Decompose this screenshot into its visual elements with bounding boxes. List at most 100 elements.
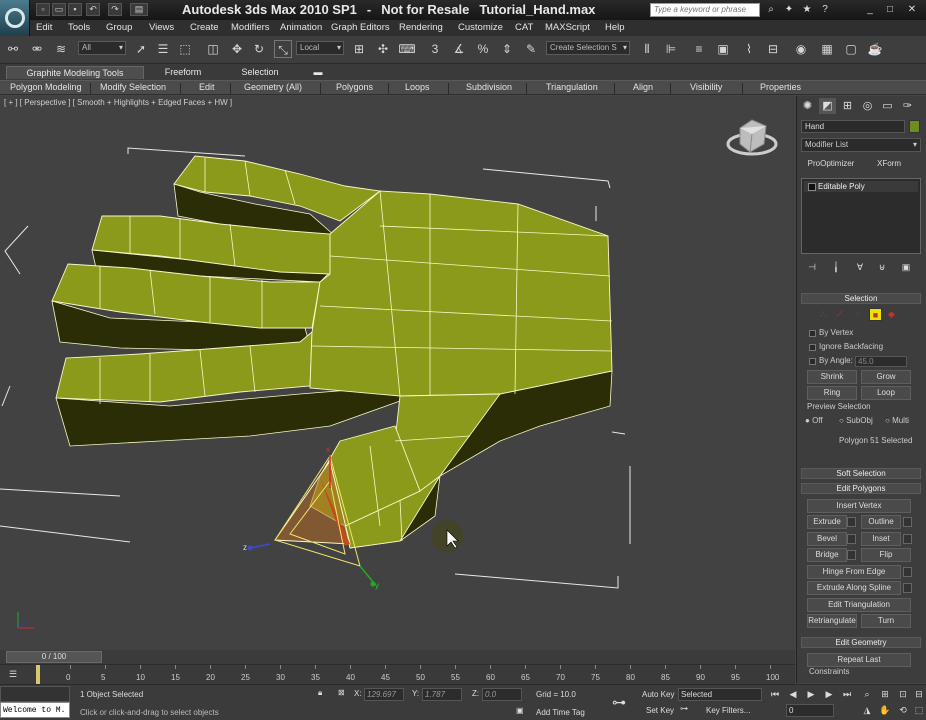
panel-triangulation[interactable]: Triangulation (546, 82, 598, 92)
inset-settings-icon[interactable] (903, 534, 912, 544)
key-icon[interactable]: ⊶ (612, 694, 626, 711)
render-production-icon[interactable]: ☕ (866, 40, 884, 58)
orbit-icon[interactable]: ⟲ (896, 704, 910, 717)
panel-loops[interactable]: Loops (405, 82, 430, 92)
bevel-settings-icon[interactable] (847, 534, 856, 544)
preview-off-radio[interactable]: ● Off (805, 416, 823, 425)
repeat-last-button[interactable]: Repeat Last (807, 653, 911, 667)
ignore-backfacing-checkbox[interactable] (809, 344, 816, 351)
track-bar[interactable]: 0 5 10 15 20 25 30 35 40 45 50 55 60 65 70 75 80 85 90 95 10… (0, 664, 795, 685)
x-coordinate-field[interactable]: 129.697 (364, 688, 404, 701)
motion-tab-icon[interactable]: ◎ (859, 98, 876, 114)
panel-properties[interactable]: Properties (760, 82, 801, 92)
create-tab-icon[interactable]: ✺ (799, 98, 816, 114)
binoculars-icon[interactable]: ⌕ (764, 3, 778, 17)
select-move-icon[interactable]: ✥ (228, 40, 246, 58)
bind-spacewarp-icon[interactable]: ≋ (52, 40, 70, 58)
key-mode-dropdown[interactable]: Selected (678, 688, 762, 701)
zoom-extents-icon[interactable]: ⊡ (896, 688, 910, 701)
select-manipulate-icon[interactable]: ✣ (374, 40, 392, 58)
maxscript-mini-listener[interactable]: Welcome to M. (0, 702, 70, 718)
maximize-button[interactable]: □ (882, 2, 898, 17)
grow-button[interactable]: Grow (861, 370, 911, 384)
make-unique-icon[interactable]: ∀ (853, 262, 867, 274)
window-crossing-icon[interactable]: ◫ (204, 40, 222, 58)
render-setup-icon[interactable]: ▦ (818, 40, 836, 58)
bridge-button[interactable]: Bridge (807, 548, 847, 562)
panel-subdivision[interactable]: Subdivision (466, 82, 512, 92)
previous-frame-icon[interactable]: ◀ (786, 688, 800, 701)
selection-rollout-header[interactable]: Selection (801, 293, 921, 304)
material-editor-icon[interactable]: ◉ (792, 40, 810, 58)
y-coordinate-field[interactable]: 1.787 (422, 688, 462, 701)
menu-tools[interactable]: Tools (68, 22, 90, 33)
spinner-snap-icon[interactable]: ⇕ (498, 40, 516, 58)
zoom-all-icon[interactable]: ⊞ (878, 688, 892, 701)
angle-snap-icon[interactable]: ∡ (450, 40, 468, 58)
menu-edit[interactable]: Edit (36, 22, 52, 33)
select-object-icon[interactable]: ➚ (132, 40, 150, 58)
time-slider[interactable]: 0 / 100 (0, 650, 795, 664)
utilities-tab-icon[interactable]: ✑ (899, 98, 916, 114)
graphite-toggle-icon[interactable]: ▣ (714, 40, 732, 58)
schematic-view-icon[interactable]: ⊟ (764, 40, 782, 58)
inset-button[interactable]: Inset (861, 532, 901, 546)
extrude-spline-settings-icon[interactable] (903, 583, 912, 593)
outline-settings-icon[interactable] (903, 517, 912, 527)
extrude-along-spline-button[interactable]: Extrude Along Spline (807, 581, 901, 595)
save-file-icon[interactable]: ▪ (68, 3, 82, 16)
edit-geometry-rollout-header[interactable]: Edit Geometry (801, 637, 921, 648)
bevel-button[interactable]: Bevel (807, 532, 847, 546)
time-tag-icon[interactable]: ▣ (516, 706, 524, 715)
object-color-swatch[interactable] (909, 120, 920, 133)
menu-group[interactable]: Group (106, 22, 132, 33)
percent-snap-icon[interactable]: % (474, 40, 492, 58)
snaps-toggle-icon[interactable]: 3 (426, 40, 444, 58)
key-filters-button[interactable]: Key Filters... (706, 706, 750, 715)
reference-coord-dropdown[interactable]: Local (296, 41, 344, 55)
add-time-tag-button[interactable]: Add Time Tag (536, 708, 585, 717)
menu-graph-editors[interactable]: Graph Editors (331, 22, 390, 33)
play-icon[interactable]: ▶ (804, 688, 818, 701)
remove-modifier-icon[interactable]: ⊎ (875, 262, 889, 274)
panel-visibility[interactable]: Visibility (690, 82, 722, 92)
close-button[interactable]: ✕ (904, 2, 920, 17)
hinge-from-edge-button[interactable]: Hinge From Edge (807, 565, 901, 579)
edge-mode-icon[interactable]: ⟋ (833, 308, 846, 321)
configure-sets-icon[interactable]: ▣ (899, 262, 913, 274)
menu-animation[interactable]: Animation (280, 22, 322, 33)
panel-modify-selection[interactable]: Modify Selection (100, 82, 166, 92)
shrink-button[interactable]: Shrink (807, 370, 857, 384)
soft-selection-rollout-header[interactable]: Soft Selection (801, 468, 921, 479)
menu-modifiers[interactable]: Modifiers (231, 22, 270, 33)
help-icon[interactable]: ? (818, 3, 832, 17)
next-frame-icon[interactable]: ▶ (822, 688, 836, 701)
viewport-label[interactable]: [ + ] [ Perspective ] [ Smooth + Highlig… (4, 98, 232, 107)
modifier-list-dropdown[interactable]: Modifier List (801, 138, 921, 152)
rendered-frame-icon[interactable]: ▢ (842, 40, 860, 58)
panel-edit[interactable]: Edit (199, 82, 215, 92)
menu-help[interactable]: Help (605, 22, 625, 33)
mirror-icon[interactable]: ⫴ (638, 40, 656, 58)
subscription-icon[interactable]: ✦ (782, 3, 796, 17)
zoom-icon[interactable]: ⌕ (860, 688, 874, 701)
menu-views[interactable]: Views (149, 22, 174, 33)
maximize-viewport-icon[interactable]: ⬚ (912, 704, 926, 717)
time-slider-thumb[interactable]: 0 / 100 (6, 651, 102, 663)
xform-button[interactable]: XForm (859, 158, 919, 172)
go-to-start-icon[interactable]: ⏮ (768, 688, 782, 701)
open-file-icon[interactable]: ▭ (52, 3, 66, 16)
menu-cat[interactable]: CAT (515, 22, 533, 33)
select-scale-icon[interactable]: ⤡ (274, 40, 292, 58)
pan-icon[interactable]: ✋ (878, 704, 892, 717)
z-coordinate-field[interactable]: 0.0 (482, 688, 522, 701)
prooptimizer-button[interactable]: ProOptimizer (801, 158, 861, 172)
menu-rendering[interactable]: Rendering (399, 22, 443, 33)
loop-button[interactable]: Loop (861, 386, 911, 400)
border-mode-icon[interactable]: ◌ (851, 308, 864, 321)
zoom-extents-all-icon[interactable]: ⊟ (912, 688, 926, 701)
panel-align[interactable]: Align (633, 82, 653, 92)
panel-polygon-modeling[interactable]: Polygon Modeling (10, 82, 82, 92)
current-frame-field[interactable]: 0 (786, 704, 834, 717)
menu-create[interactable]: Create (190, 22, 219, 33)
